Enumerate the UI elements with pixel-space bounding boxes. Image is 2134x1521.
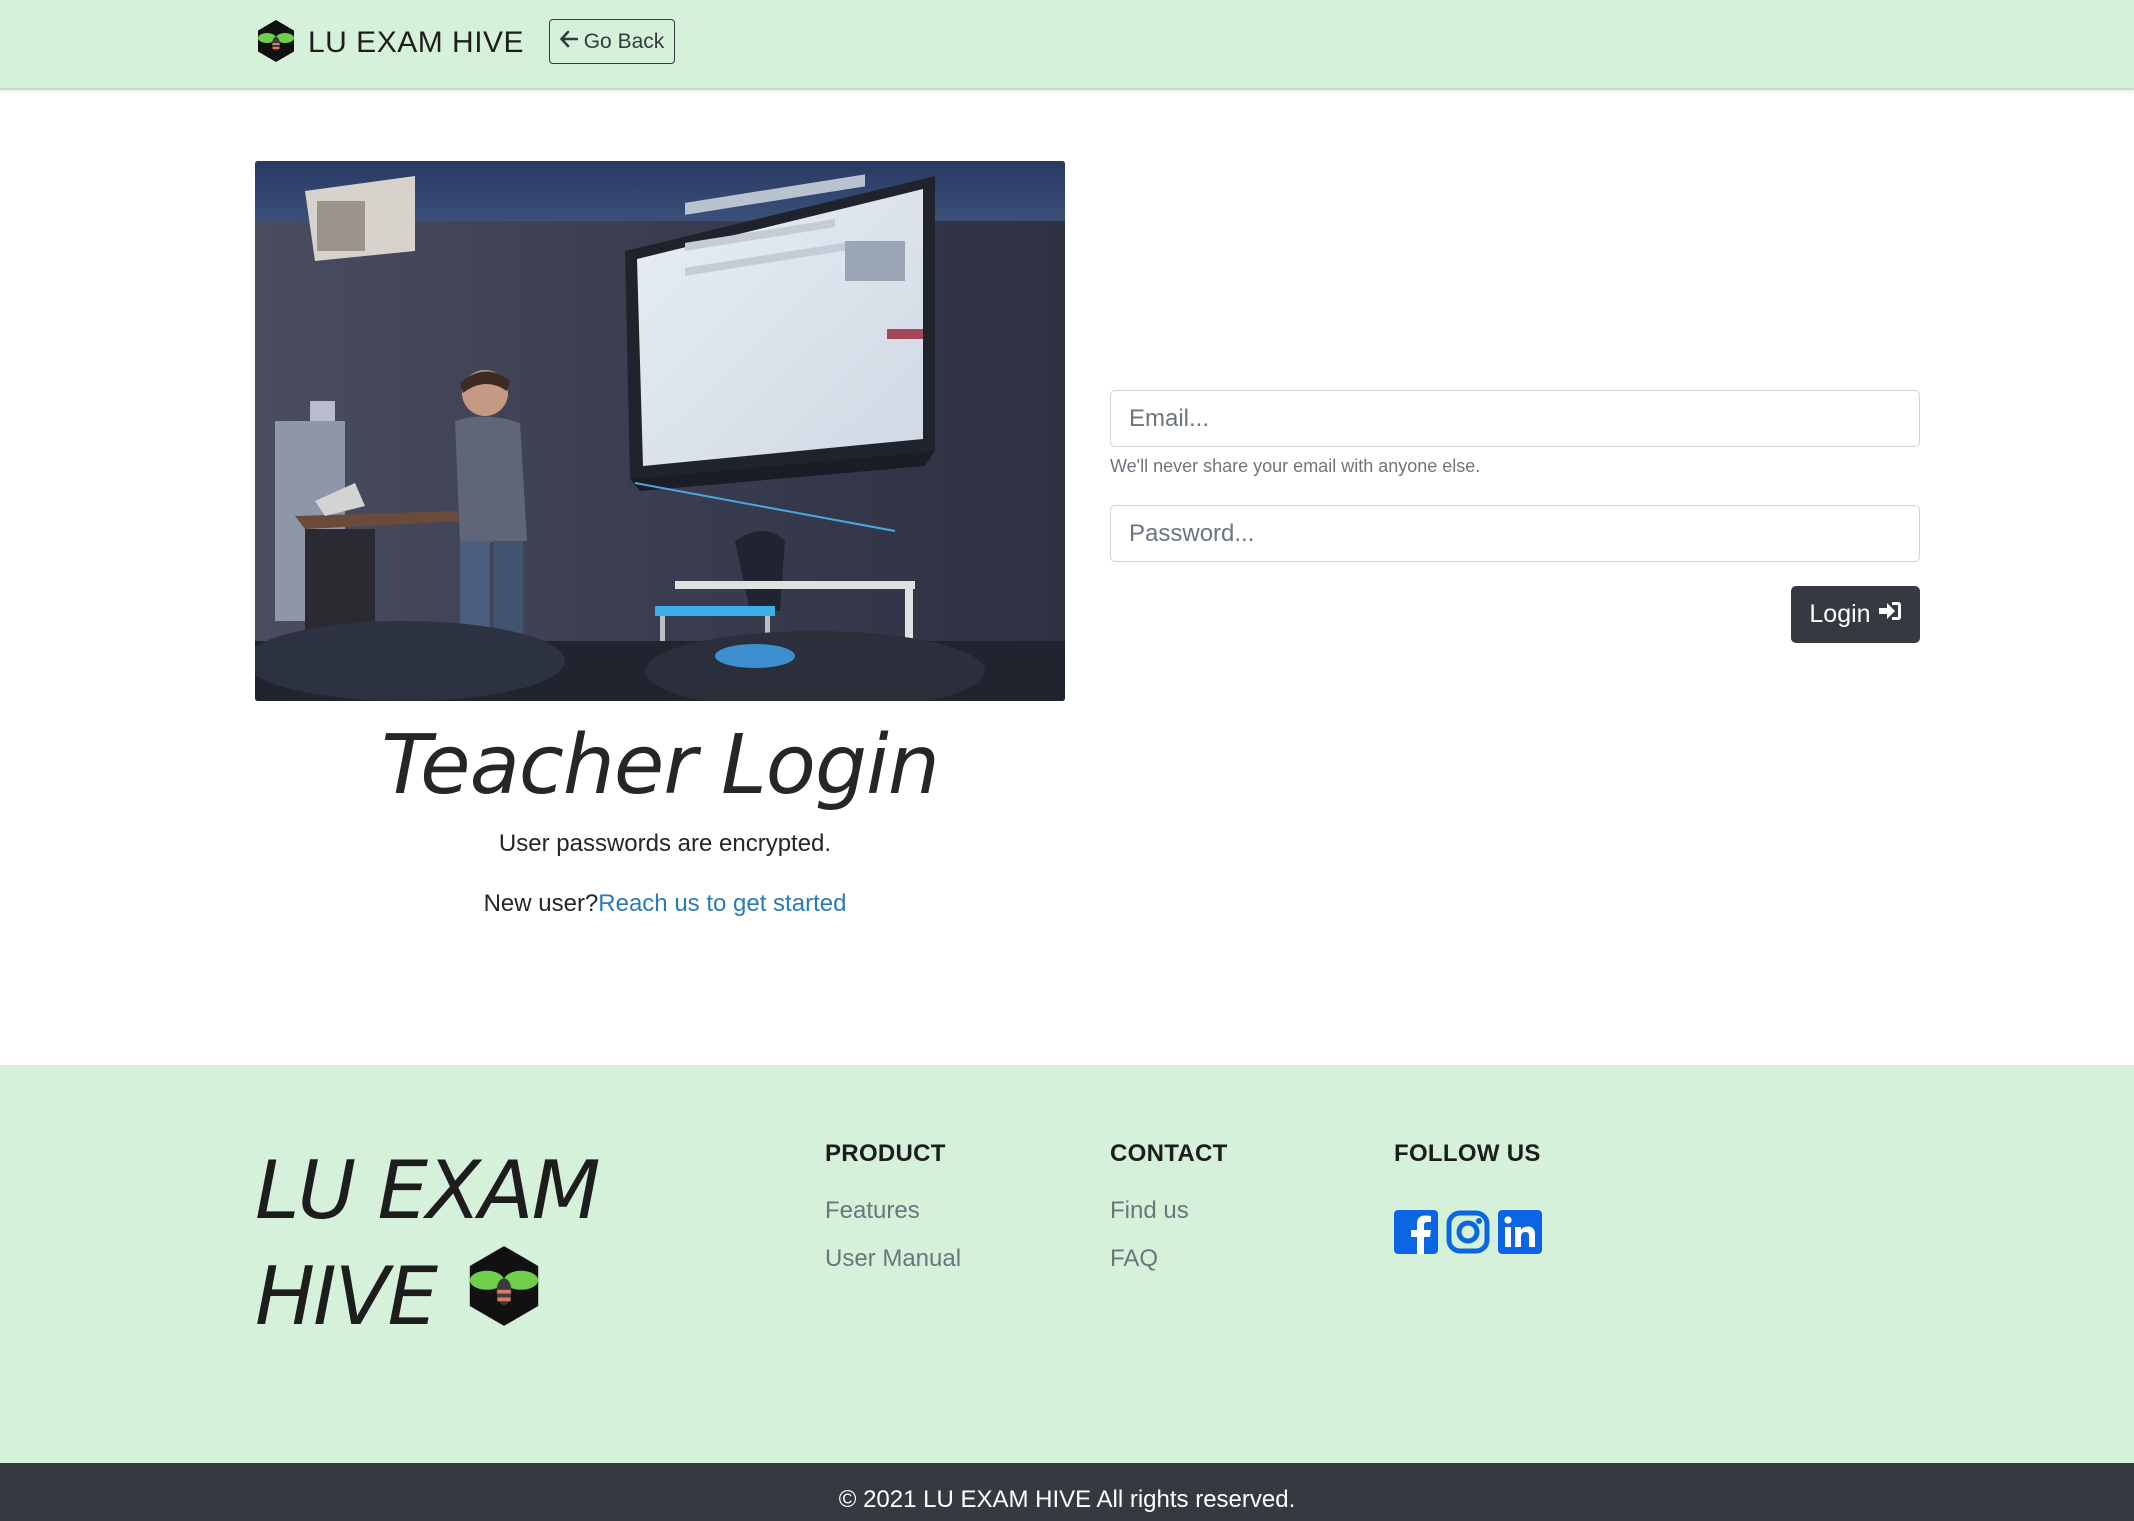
go-back-button[interactable]: Go Back	[549, 19, 675, 64]
bee-logo-icon	[256, 19, 308, 68]
find-us-link[interactable]: Find us	[1110, 1197, 1189, 1225]
login-button[interactable]: Login	[1791, 586, 1920, 643]
footer-brand: LU EXAM HIVE	[255, 1140, 601, 1352]
bee-logo-icon	[436, 1242, 542, 1352]
page-title: Teacher Login	[381, 718, 940, 813]
arrow-left-icon	[559, 30, 584, 54]
new-user-prompt: New user?Reach us to get started	[255, 890, 1075, 918]
classroom-photo	[255, 161, 1065, 701]
social-links	[1394, 1210, 1542, 1254]
copyright-text: © 2021 LU EXAM HIVE All rights reserved.	[838, 1486, 1296, 1513]
brand-name: LU EXAM HIVE	[308, 26, 525, 59]
product-heading: PRODUCT	[825, 1140, 946, 1167]
contact-link[interactable]: Reach us to get started	[598, 890, 846, 917]
contact-heading: CONTACT	[1110, 1140, 1228, 1167]
follow-heading: FOLLOW US	[1394, 1140, 1541, 1167]
brand-link[interactable]: LU EXAM HIVE	[256, 19, 525, 68]
navbar: LU EXAM HIVE Go Back	[0, 0, 2134, 90]
encryption-note: User passwords are encrypted.	[498, 830, 832, 857]
footer-brand-line1: LU EXAM	[255, 1144, 601, 1237]
user-manual-link[interactable]: User Manual	[825, 1245, 961, 1273]
email-input[interactable]	[1110, 390, 1920, 447]
login-label: Login	[1809, 600, 1871, 628]
footer-brand-line2: HIVE	[255, 1250, 438, 1343]
linkedin-icon[interactable]	[1498, 1210, 1542, 1254]
facebook-icon[interactable]	[1394, 1210, 1438, 1254]
instagram-icon[interactable]	[1446, 1210, 1490, 1254]
features-link[interactable]: Features	[825, 1197, 920, 1225]
go-back-label: Go Back	[583, 29, 665, 53]
sign-in-icon	[1871, 600, 1902, 629]
password-input[interactable]	[1110, 505, 1920, 562]
copyright-bar: © 2021 LU EXAM HIVE All rights reserved.	[0, 1463, 2134, 1521]
faq-link[interactable]: FAQ	[1110, 1245, 1158, 1273]
new-user-prefix: New user?	[483, 890, 599, 917]
email-help-text: We'll never share your email with anyone…	[1110, 456, 1481, 476]
